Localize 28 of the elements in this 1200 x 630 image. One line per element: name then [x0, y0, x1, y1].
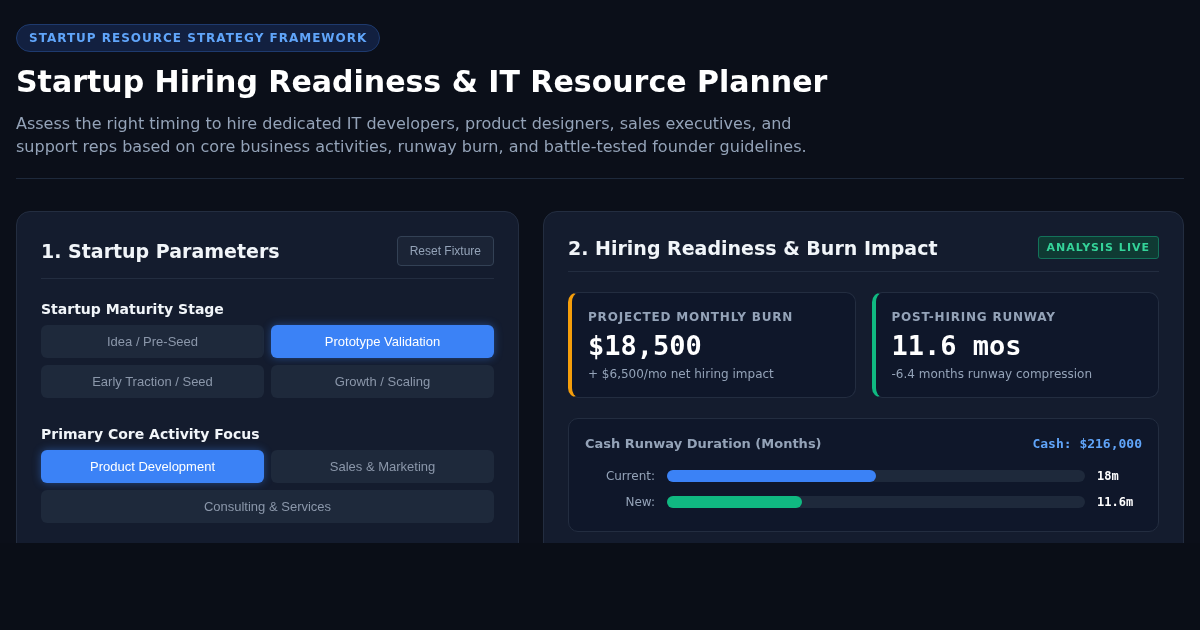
option-button[interactable]: Sales & Marketing: [271, 450, 494, 483]
metric-label: POST-HIRING RUNWAY: [891, 310, 1057, 324]
option-button[interactable]: Product Development: [41, 450, 264, 483]
option-button[interactable]: Idea / Pre-Seed: [41, 325, 264, 358]
card-title: 1. Startup Parameters: [41, 240, 280, 262]
status-badge: ANALYSIS LIVE: [1037, 236, 1159, 259]
page-title: Startup Hiring Readiness & IT Resource Planner: [16, 64, 829, 100]
option-button[interactable]: Early Traction / Seed: [41, 365, 264, 398]
group-label: Primary Core Activity Focus: [41, 426, 261, 442]
option-button[interactable]: Consulting & Services: [41, 490, 494, 523]
metric-note: + $6,500/mo net hiring impact: [588, 367, 775, 381]
bar-reading: 18m: [1097, 469, 1120, 483]
metric-label: PROJECTED MONTHLY BURN: [588, 310, 795, 324]
option-button[interactable]: Growth / Scaling: [271, 365, 494, 398]
metric-note: -6.4 months runway compression: [891, 367, 1094, 381]
bar-reading: 11.6m: [1097, 495, 1135, 509]
framework-badge: STARTUP RESOURCE STRATEGY FRAMEWORK: [16, 24, 381, 52]
option-button[interactable]: Prototype Validation: [271, 325, 494, 358]
cash-amount: Cash: $216,000: [1032, 436, 1142, 451]
group-label: Startup Maturity Stage: [41, 301, 225, 317]
bar-label: New:: [624, 495, 655, 509]
reset-button[interactable]: Reset Fixture: [396, 236, 494, 266]
bar-label: Current:: [604, 469, 655, 483]
card-title: 2. Hiring Readiness & Burn Impact: [568, 236, 938, 259]
runway-title: Cash Runway Duration (Months): [585, 436, 822, 451]
page-description: Assess the right timing to hire dedicated IT developers, product designers, sales executives, and support reps based on core business activities, runway burn, and battle-tested founder guidelines.: [16, 113, 808, 158]
metric-value: $18,500: [588, 330, 703, 361]
metric-value: 11.6 mos: [891, 330, 1023, 361]
